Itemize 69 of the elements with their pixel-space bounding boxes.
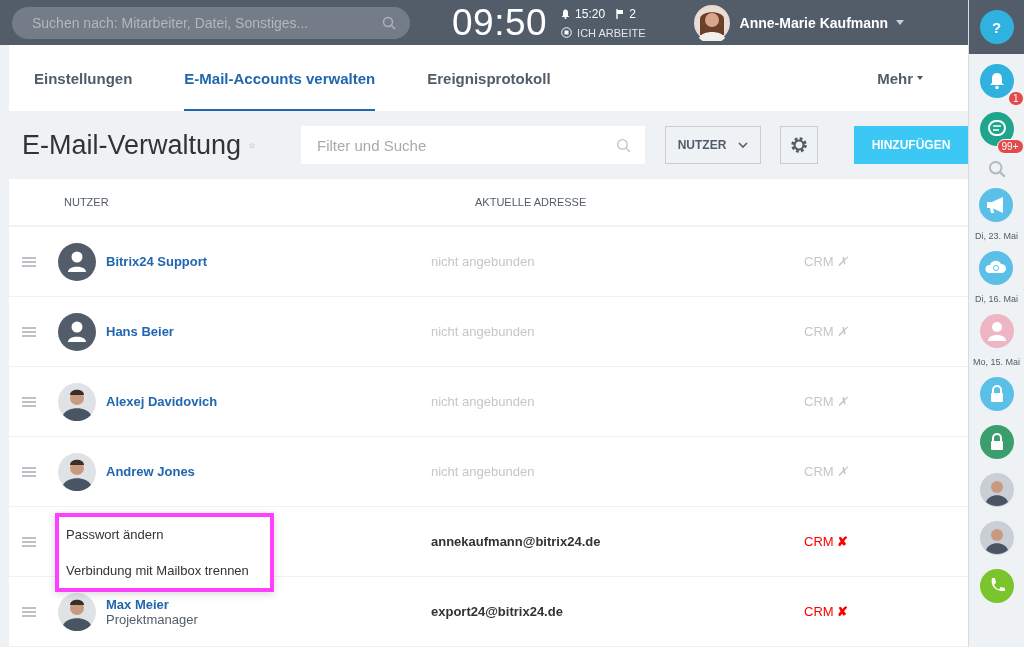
count-badge: 1 <box>1007 91 1024 106</box>
mail-address: nicht angebunden <box>431 394 536 409</box>
search-input[interactable]: Suchen nach: Mitarbeiter, Datei, Sonstiges... <box>30 13 382 32</box>
chevron-icon <box>738 142 749 148</box>
avatar-icon[interactable] <box>979 473 1014 507</box>
date-label: Di, 23. Mai <box>975 231 1018 241</box>
caret-icon[interactable] <box>896 20 905 25</box>
user-name[interactable]: Anne-Marie Kaufmann <box>739 14 889 31</box>
flag-count: 2 <box>629 6 636 21</box>
more-tab[interactable]: Mehr <box>877 45 923 111</box>
user-avatar-icon <box>58 382 96 421</box>
menu-icon[interactable] <box>22 396 36 407</box>
tab[interactable]: E-Mail-Accounts verwalten <box>184 45 376 111</box>
mail-address: export24@bitrix24.de <box>431 604 564 619</box>
mail-address: nicht angebunden <box>431 254 536 269</box>
column-header: NUTZER <box>64 196 110 208</box>
lock-icon[interactable] <box>979 425 1014 459</box>
menu-icon[interactable] <box>22 466 36 477</box>
person-icon[interactable] <box>979 314 1014 348</box>
mail-address: annekaufmann@bitrix24.de <box>431 534 602 549</box>
tab[interactable]: Ereignisprotokoll <box>427 45 551 111</box>
menu-icon[interactable] <box>22 606 36 617</box>
user-name-link[interactable]: Max Meier <box>106 596 198 612</box>
lock-icon[interactable] <box>979 377 1014 411</box>
search-field[interactable]: Suchen nach: Mitarbeiter, Datei, Sonstiges... <box>12 6 410 39</box>
crm-link[interactable]: CRM ✘ <box>804 534 849 549</box>
column-header: AKTUELLE ADRESSE <box>475 196 587 208</box>
search-icon <box>616 137 631 153</box>
user-name-link[interactable]: Andrew Jones <box>106 464 195 479</box>
reminder-time: 15:20 <box>575 6 606 21</box>
bell-icon[interactable] <box>979 64 1014 98</box>
user-name-link[interactable]: Alexej Davidovich <box>106 394 218 409</box>
search-icon[interactable] <box>987 160 1006 178</box>
user-name-link[interactable]: Bitrix24 Support <box>106 254 208 269</box>
flag-icon <box>616 8 625 19</box>
clock-time: 09:50 <box>452 1 548 44</box>
settings-button[interactable] <box>780 126 818 164</box>
page-title: E-Mail-Verwaltung <box>22 129 242 161</box>
user-avatar-icon <box>58 452 96 491</box>
stop-icon <box>561 27 573 38</box>
work-status[interactable]: ICH ARBEITE <box>577 26 646 39</box>
settings-icon <box>789 135 809 155</box>
menu-item[interactable]: Passwort ändern <box>59 525 270 544</box>
user-avatar-icon <box>58 242 96 281</box>
date-label: Mo, 15. Mai <box>973 357 1020 367</box>
user-avatar-icon <box>58 592 96 631</box>
filter-field[interactable]: Filter und Suche <box>301 126 645 164</box>
cloud-icon[interactable] <box>979 251 1014 285</box>
search-icon <box>382 15 396 30</box>
avatar-icon[interactable] <box>693 4 730 41</box>
user-avatar-icon <box>58 312 96 351</box>
mail-address: nicht angebunden <box>431 464 536 479</box>
megaphone-icon[interactable] <box>979 188 1014 222</box>
menu-icon[interactable] <box>22 256 36 267</box>
user-name-link[interactable]: Hans Beier <box>106 324 174 339</box>
user-role: Projektmanager <box>106 611 198 627</box>
caret-icon <box>917 76 923 80</box>
avatar-icon[interactable] <box>979 521 1014 555</box>
user-dropdown[interactable]: NUTZER <box>665 126 761 164</box>
menu-icon[interactable] <box>22 536 36 547</box>
phone-icon[interactable] <box>979 569 1014 603</box>
crm-link[interactable]: CRM ✘ <box>804 604 849 619</box>
mail-address: nicht angebunden <box>431 324 536 339</box>
count-badge: 99+ <box>996 139 1024 154</box>
menu-item[interactable]: Verbindung mit Mailbox trennen <box>59 561 270 580</box>
menu-icon[interactable] <box>22 326 36 337</box>
tab[interactable]: Einstellungen <box>34 45 133 111</box>
date-label: Di, 16. Mai <box>975 294 1018 304</box>
bell-icon <box>561 8 571 19</box>
